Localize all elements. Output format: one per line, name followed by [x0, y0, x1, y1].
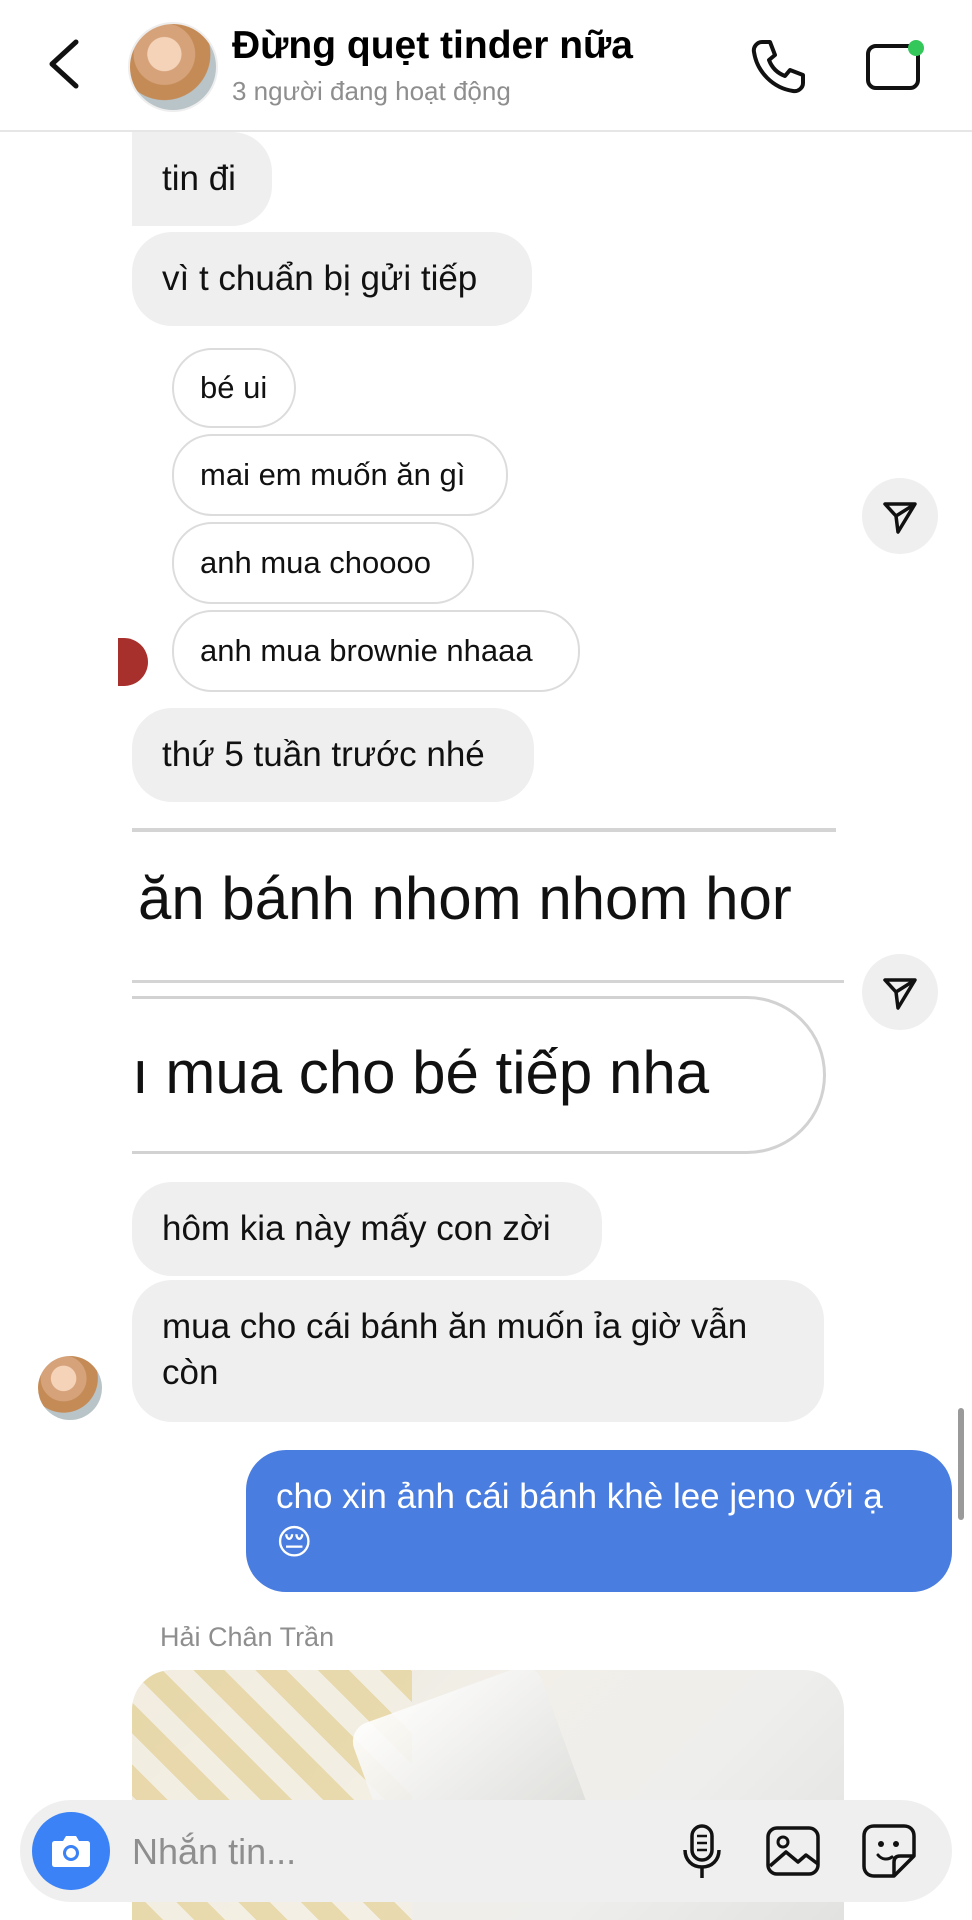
gallery-button[interactable]	[764, 1822, 822, 1880]
screenshot-text: ı mua cho bé tiếp nha	[132, 1039, 710, 1106]
message-composer	[20, 1800, 952, 1902]
back-button[interactable]	[40, 34, 90, 94]
reply-text: mai em muốn ăn gì	[200, 457, 466, 492]
sender-name: Hải Chân Trần	[160, 1622, 335, 1652]
mic-icon	[683, 1824, 721, 1878]
message-bubble[interactable]: mua cho cái bánh ăn muốn ỉa giờ vẫn còn	[132, 1280, 824, 1422]
voice-message-button[interactable]	[680, 1822, 724, 1882]
reply-bubble[interactable]: mai em muốn ăn gì	[172, 434, 508, 516]
message-bubble[interactable]: vì t chuẩn bị gửi tiếp	[132, 232, 532, 326]
scrollbar[interactable]	[958, 1408, 964, 1520]
sticker-icon	[862, 1824, 916, 1878]
chevron-left-icon	[49, 39, 79, 89]
screenshot-text: ăn bánh nhom nhom hor	[138, 865, 792, 932]
video-call-button[interactable]	[862, 36, 932, 96]
call-button[interactable]	[748, 36, 808, 96]
message-text: hôm kia này mấy con zời	[162, 1209, 551, 1248]
chat-header: Đừng quẹt tinder nữa 3 người đang hoạt đ…	[0, 0, 972, 132]
reply-text: bé ui	[200, 370, 268, 405]
message-bubble[interactable]: thứ 5 tuần trước nhé	[132, 708, 534, 802]
camera-icon	[52, 1836, 90, 1867]
active-status: 3 người đang hoạt động	[232, 76, 511, 106]
image-icon	[766, 1826, 820, 1876]
send-icon	[883, 978, 917, 1010]
message-input[interactable]	[130, 1822, 564, 1882]
reply-bubble[interactable]: anh mua choooo	[172, 522, 474, 604]
sender-avatar	[118, 638, 148, 686]
message-text: mua cho cái bánh ăn muốn ỉa giờ vẫn còn	[162, 1307, 748, 1392]
forward-button[interactable]	[862, 478, 938, 554]
message-text: cho xin ảnh cái bánh khè lee jeno với ạ …	[276, 1477, 883, 1562]
reply-bubble[interactable]: anh mua brownie nhaaa	[172, 610, 580, 692]
message-text: vì t chuẩn bị gửi tiếp	[162, 259, 478, 298]
divider	[132, 980, 844, 983]
message-bubble[interactable]: tin đi	[132, 132, 272, 226]
message-bubble[interactable]: hôm kia này mấy con zời	[132, 1182, 602, 1276]
send-icon	[883, 502, 917, 534]
camera-button[interactable]	[32, 1812, 110, 1890]
video-icon	[866, 40, 924, 90]
group-avatar[interactable]	[128, 22, 218, 112]
sticker-button[interactable]	[860, 1822, 918, 1880]
reply-text: anh mua brownie nhaaa	[200, 633, 533, 668]
chat-title[interactable]: Đừng quẹt tinder nữa	[232, 24, 633, 68]
divider	[132, 828, 836, 832]
message-text: tin đi	[162, 159, 236, 198]
forward-button[interactable]	[862, 954, 938, 1030]
phone-icon	[751, 40, 805, 94]
own-message-bubble[interactable]: cho xin ảnh cái bánh khè lee jeno với ạ …	[246, 1450, 952, 1592]
message-text: thứ 5 tuần trước nhé	[162, 735, 485, 774]
shared-screenshot[interactable]: ăn bánh nhom nhom hor ı mua cho bé tiếp …	[132, 820, 844, 1160]
reply-bubble[interactable]: bé ui	[172, 348, 296, 428]
reply-text: anh mua choooo	[200, 545, 431, 580]
sender-avatar[interactable]	[38, 1356, 102, 1420]
